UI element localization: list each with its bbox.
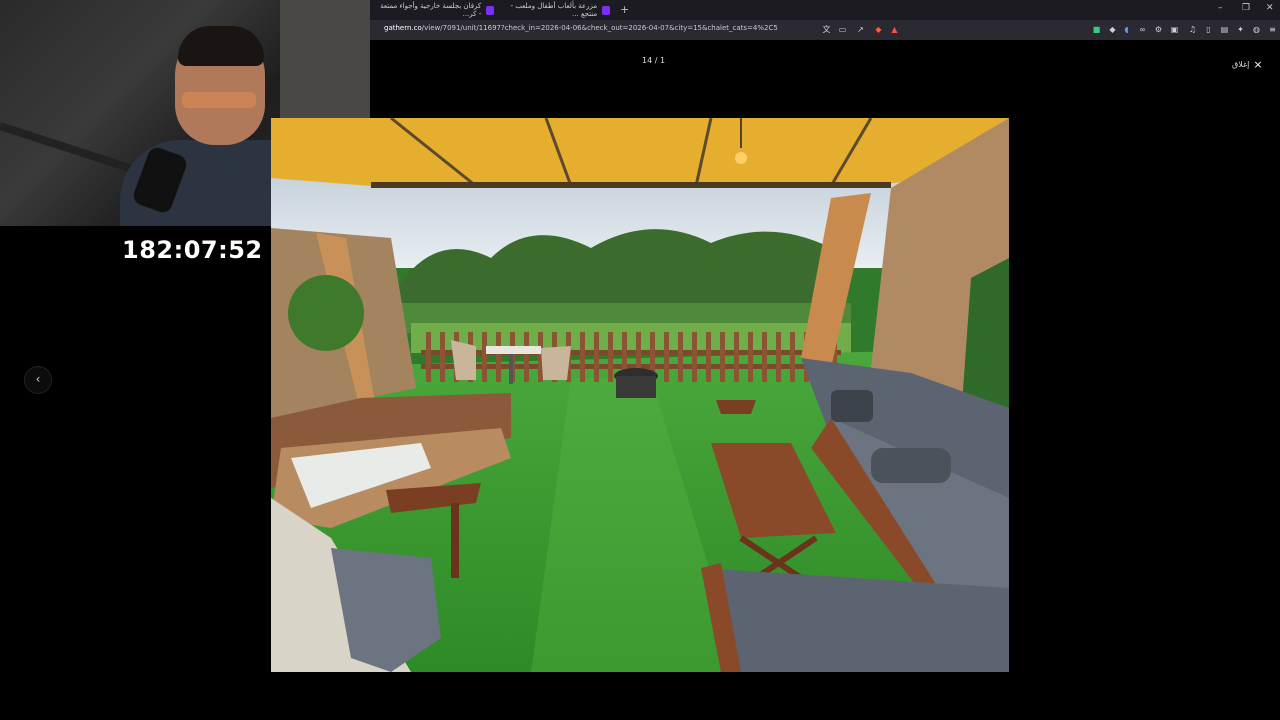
- extension-icon[interactable]: ∞: [1138, 25, 1147, 34]
- stream-timer: 182:07:52: [122, 236, 263, 264]
- menu-icon[interactable]: ≡: [1268, 25, 1277, 34]
- gathern-favicon-icon: [486, 5, 494, 15]
- extensions-puzzle-icon[interactable]: ⚙: [1154, 25, 1163, 34]
- chevron-left-icon: ‹: [35, 372, 41, 386]
- music-icon[interactable]: ♫: [1188, 25, 1197, 34]
- reader-view-icon[interactable]: ▭: [838, 25, 847, 34]
- fence-picket: [734, 332, 739, 382]
- fence-picket: [440, 332, 445, 382]
- previous-image-button[interactable]: ‹: [24, 366, 52, 394]
- fence-picket: [664, 332, 669, 382]
- browser-tab[interactable]: كرفان بجلسة خارجية وأجواء ممتعة - كر...: [376, 2, 494, 18]
- fence-picket: [482, 332, 487, 382]
- chalet-seating-photo: [271, 118, 1009, 672]
- browser-tab-active[interactable]: مزرعة بألعاب أطفال وملعب - منتجع ...: [498, 2, 610, 18]
- extension-icon[interactable]: ■: [1092, 25, 1101, 34]
- browser-tab-bar: كرفان بجلسة خارجية وأجواء ممتعة - كر... …: [370, 0, 1280, 20]
- new-tab-button[interactable]: +: [620, 3, 629, 16]
- fence-picket: [720, 332, 725, 382]
- fence-picket: [790, 332, 795, 382]
- fence-picket: [748, 332, 753, 382]
- fence-picket: [692, 332, 697, 382]
- share-icon[interactable]: ↗: [856, 25, 865, 34]
- fence-picket: [608, 332, 613, 382]
- close-label: إغلاق: [1232, 60, 1250, 69]
- brave-shield-icon[interactable]: ◆: [874, 25, 883, 34]
- image-counter: 14 / 1: [642, 56, 666, 65]
- close-icon: ×: [1253, 58, 1263, 71]
- fence-picket: [524, 332, 529, 382]
- fence-picket: [706, 332, 711, 382]
- url-path: /view/7091/unit/11697?check_in=2026-04-0…: [421, 24, 778, 32]
- wallet-icon[interactable]: ◍: [1252, 25, 1261, 34]
- fence-picket: [776, 332, 781, 382]
- fence-picket: [594, 332, 599, 382]
- rewards-icon[interactable]: ▲: [890, 25, 899, 34]
- gallery-photo: [271, 118, 1009, 672]
- fence-picket: [426, 332, 431, 382]
- tab-title: مزرعة بألعاب أطفال وملعب - منتجع ...: [510, 2, 598, 18]
- minimize-icon[interactable]: –: [1218, 3, 1223, 13]
- extension-icon[interactable]: ◖: [1122, 25, 1131, 34]
- fence-picket: [496, 332, 501, 382]
- streamer-hair: [178, 26, 264, 66]
- browser-url-bar[interactable]: gathern.co/view/7091/unit/11697?check_in…: [370, 20, 1280, 40]
- leo-icon[interactable]: ✦: [1236, 25, 1245, 34]
- fence-picket: [678, 332, 683, 382]
- mic-arm: [0, 122, 144, 177]
- extension-icon[interactable]: ◆: [1108, 25, 1117, 34]
- sidebar-icon[interactable]: ▯: [1204, 25, 1213, 34]
- tab-icon[interactable]: ▤: [1220, 25, 1229, 34]
- fence-picket: [762, 332, 767, 382]
- gathern-favicon-icon: [602, 5, 610, 15]
- restore-icon[interactable]: ❐: [1242, 3, 1250, 13]
- translate-icon[interactable]: 文: [822, 25, 831, 34]
- fence-picket: [580, 332, 585, 382]
- url-host: gathern.co: [384, 24, 422, 32]
- window-close-icon[interactable]: ✕: [1266, 3, 1274, 13]
- streamer-glasses: [182, 92, 256, 108]
- downloads-icon[interactable]: ▣: [1170, 25, 1179, 34]
- url-text[interactable]: gathern.co/view/7091/unit/11697?check_in…: [384, 24, 778, 32]
- close-gallery-button[interactable]: إغلاق ×: [1232, 58, 1263, 71]
- tab-title: كرفان بجلسة خارجية وأجواء ممتعة - كر...: [380, 2, 482, 18]
